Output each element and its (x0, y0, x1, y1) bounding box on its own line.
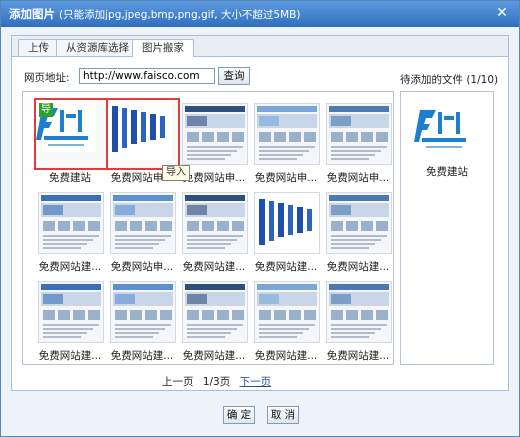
url-input[interactable] (79, 68, 215, 84)
tab-upload[interactable]: 上传 (18, 39, 59, 56)
cancel-button[interactable]: 取 消 (267, 406, 299, 424)
gallery-thumb[interactable] (182, 281, 248, 343)
gallery-caption: 免费网站建... (254, 261, 318, 273)
pending-thumb (414, 102, 478, 158)
dialog-title: 添加图片 (只能添加jpg,jpeg,bmp,png,gif, 大小不超过5MB… (9, 6, 300, 22)
ok-button[interactable]: 确 定 (223, 406, 255, 424)
dialog-body: 上传 从资源库选择 图片搬家 网页地址: 查询 待添加的文件 (1/10) 导免… (11, 35, 509, 391)
gallery-caption: 免费网站建... (254, 350, 318, 362)
gallery-item[interactable]: 免费网站建... (35, 278, 105, 364)
gallery-thumb[interactable] (326, 103, 392, 165)
url-label: 网页地址: (24, 72, 70, 84)
gallery-item[interactable]: 免费网站建... (323, 189, 393, 277)
dialog-title-text: 添加图片 (9, 7, 55, 21)
gallery-caption: 免费网站建... (182, 350, 246, 362)
dialog-title-hint: (只能添加jpg,jpeg,bmp,png,gif, 大小不超过5MB) (59, 9, 301, 21)
gallery-caption: 免费网站申... (326, 172, 390, 184)
gallery-caption: 免费网站申... (110, 261, 174, 273)
gallery-item[interactable]: 免费网站建... (179, 189, 249, 277)
gallery-thumb[interactable] (326, 281, 392, 343)
gallery-item[interactable]: 导免费建站 (34, 98, 108, 188)
title-bar: 添加图片 (只能添加jpg,jpeg,bmp,png,gif, 大小不超过5MB… (1, 1, 519, 27)
gallery-thumb[interactable] (106, 98, 180, 170)
gallery-caption: 免费网站申... (254, 172, 318, 184)
gallery-thumb[interactable] (254, 192, 320, 254)
add-image-dialog: 添加图片 (只能添加jpg,jpeg,bmp,png,gif, 大小不超过5MB… (0, 0, 520, 437)
gallery-thumb[interactable] (38, 192, 104, 254)
gallery-item[interactable]: 免费网站建... (251, 189, 321, 277)
close-icon[interactable]: ✕ (493, 5, 511, 22)
gallery-thumb[interactable] (326, 192, 392, 254)
import-tag: 导 (39, 103, 53, 117)
next-page-link[interactable]: 下一页 (240, 376, 272, 388)
pending-files: 免费建站 (400, 91, 494, 365)
pending-title: 待添加的文件 (1/10) (400, 74, 499, 86)
gallery-caption: 免费网站建... (326, 350, 390, 362)
gallery-item[interactable]: 免费网站申... (323, 100, 393, 188)
page-indicator: 1/3页 (202, 376, 231, 388)
gallery-caption: 免费网站建... (182, 261, 246, 273)
gallery-item[interactable]: 免费网站建... (179, 278, 249, 364)
query-button[interactable]: 查询 (218, 67, 250, 85)
gallery-item[interactable]: 免费网站申... (107, 189, 177, 277)
gallery-thumb[interactable] (182, 103, 248, 165)
pager: 上一页 1/3页 下一页 (162, 374, 277, 389)
gallery-caption: 免费网站建... (38, 261, 102, 273)
gallery-item[interactable]: 免费网站建... (35, 189, 105, 277)
tab-bar: 上传 从资源库选择 图片搬家 (12, 36, 508, 57)
gallery-thumb[interactable] (254, 103, 320, 165)
prev-page-link[interactable]: 上一页 (162, 376, 194, 388)
gallery-caption: 免费网站建... (38, 350, 102, 362)
gallery-caption: 免费网站建... (110, 350, 174, 362)
image-gallery: 导免费建站 免费网站申... 免费网站申... 免费网站申... 免费网站申... 免费网… (22, 91, 394, 365)
pending-caption: 免费建站 (426, 166, 468, 178)
gallery-thumb[interactable] (110, 281, 176, 343)
gallery-caption: 免费网站建... (326, 261, 390, 273)
gallery-thumb[interactable] (182, 192, 248, 254)
gallery-caption: 免费建站 (49, 172, 91, 184)
gallery-item[interactable]: 免费网站建... (107, 278, 177, 364)
gallery-thumb[interactable] (38, 281, 104, 343)
tab-image-move[interactable]: 图片搬家 (132, 39, 194, 57)
gallery-item[interactable]: 免费网站建... (251, 278, 321, 364)
gallery-thumb[interactable] (110, 192, 176, 254)
import-tooltip[interactable]: 导入 (162, 165, 190, 181)
gallery-thumb[interactable] (254, 281, 320, 343)
gallery-item[interactable]: 免费网站申... (251, 100, 321, 188)
tab-resource-library[interactable]: 从资源库选择 (56, 39, 139, 56)
gallery-item[interactable]: 免费网站建... (323, 278, 393, 364)
